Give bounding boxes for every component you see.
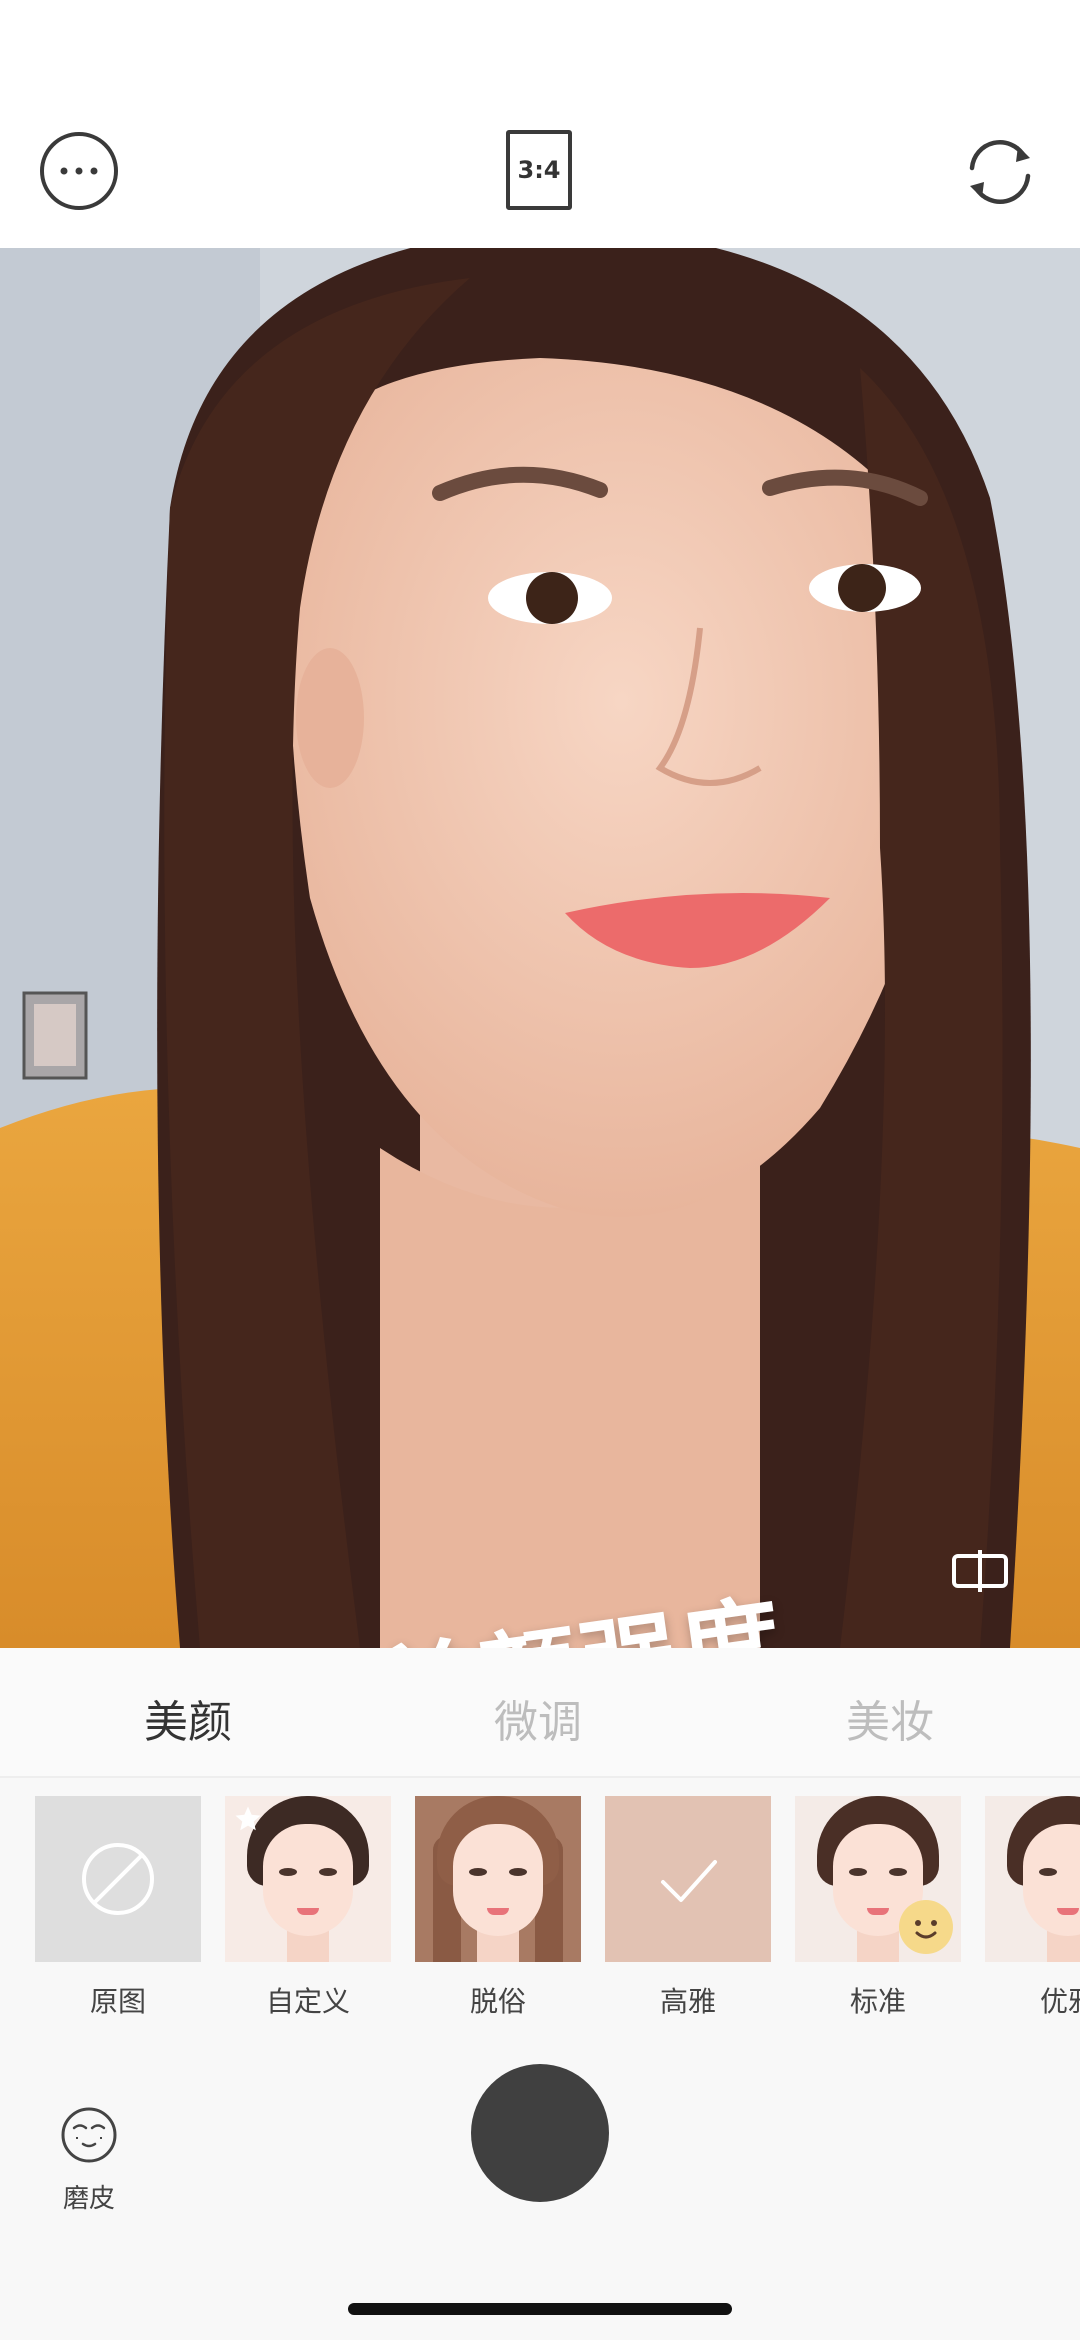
filter-item-refined[interactable]: 脱俗 xyxy=(415,1796,581,2020)
top-bar: 3:4 xyxy=(0,0,1080,248)
aspect-ratio-button[interactable]: 3:4 xyxy=(506,130,572,210)
tab-makeup[interactable]: 美妆 xyxy=(846,1686,934,1750)
compare-icon xyxy=(952,1550,1008,1592)
filter-thumb xyxy=(985,1796,1080,1962)
more-dots-icon xyxy=(60,167,98,175)
filter-thumb xyxy=(415,1796,581,1962)
filter-item-standard[interactable]: 标准 xyxy=(795,1796,961,2020)
skin-smoothing-label: 磨皮 xyxy=(62,2184,115,2214)
filter-label: 优雅 xyxy=(1039,1985,1080,2018)
filter-item-custom[interactable]: 自定义 xyxy=(225,1796,391,2020)
shutter-button[interactable] xyxy=(471,2064,609,2202)
camera-preview[interactable]: 美颜强度 xyxy=(0,248,1080,1648)
emoji-face-icon xyxy=(899,1900,953,1954)
skin-smoothing-button[interactable]: 磨皮 xyxy=(58,2104,120,2215)
home-indicator xyxy=(348,2303,732,2315)
filter-item-elegant[interactable]: 高雅 xyxy=(605,1796,771,2020)
beauty-tabs: 美颜 微调 美妆 xyxy=(0,1648,1080,1778)
filter-label: 自定义 xyxy=(265,1985,350,2018)
face-smooth-icon xyxy=(61,2107,117,2163)
filter-label: 标准 xyxy=(849,1985,906,2018)
filter-item-original[interactable]: 原图 xyxy=(35,1796,201,2020)
filter-label: 脱俗 xyxy=(469,1985,526,2018)
star-icon xyxy=(235,1806,261,1831)
filter-item-graceful[interactable]: 优雅 xyxy=(985,1796,1080,2020)
filter-label: 高雅 xyxy=(659,1985,716,2018)
selfie-photo xyxy=(0,248,1080,1648)
filter-thumb xyxy=(605,1796,771,1962)
filter-thumb xyxy=(35,1796,201,1962)
filter-label: 原图 xyxy=(89,1985,146,2018)
tab-beauty[interactable]: 美颜 xyxy=(144,1686,232,1750)
compare-button[interactable] xyxy=(950,1548,1010,1594)
check-icon xyxy=(661,1860,717,1902)
more-button[interactable] xyxy=(40,132,118,210)
filter-thumb xyxy=(225,1796,391,1962)
no-effect-icon xyxy=(82,1843,154,1915)
beauty-filter-list: 原图 自定义 脱俗 高雅 标准 优 xyxy=(0,1796,1080,2046)
tab-fine-tune[interactable]: 微调 xyxy=(494,1686,582,1750)
beauty-panel: 美颜 微调 美妆 原图 自定义 脱俗 高雅 标准 优 磨皮 xyxy=(0,1648,1080,2340)
bottom-bar: 磨皮 xyxy=(0,2052,1080,2340)
aspect-ratio-label: 3:4 xyxy=(517,156,561,184)
filter-thumb xyxy=(795,1796,961,1962)
camera-switch-icon xyxy=(969,140,1031,204)
switch-camera-button[interactable] xyxy=(958,130,1042,214)
